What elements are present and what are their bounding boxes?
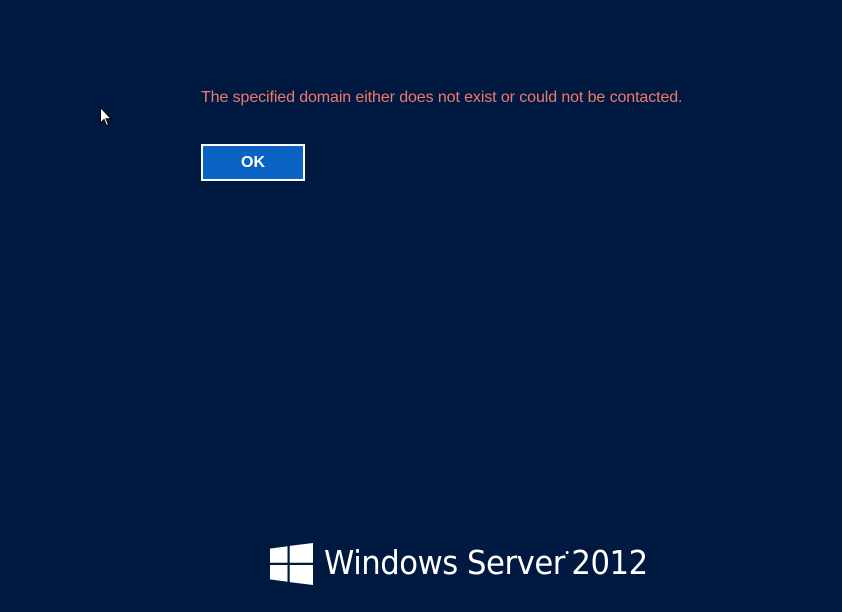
mouse-pointer-icon bbox=[100, 107, 112, 127]
product-name: Windows Server bbox=[324, 543, 565, 582]
trademark-dot bbox=[565, 551, 569, 554]
windows-logo-icon bbox=[270, 543, 313, 585]
windows-server-branding: Windows Server 2012 bbox=[270, 543, 672, 585]
ok-button[interactable]: OK bbox=[201, 144, 305, 181]
product-wordmark: Windows Server 2012 bbox=[324, 542, 648, 584]
product-version: 2012 bbox=[571, 543, 648, 582]
error-message: The specified domain either does not exi… bbox=[201, 89, 683, 106]
